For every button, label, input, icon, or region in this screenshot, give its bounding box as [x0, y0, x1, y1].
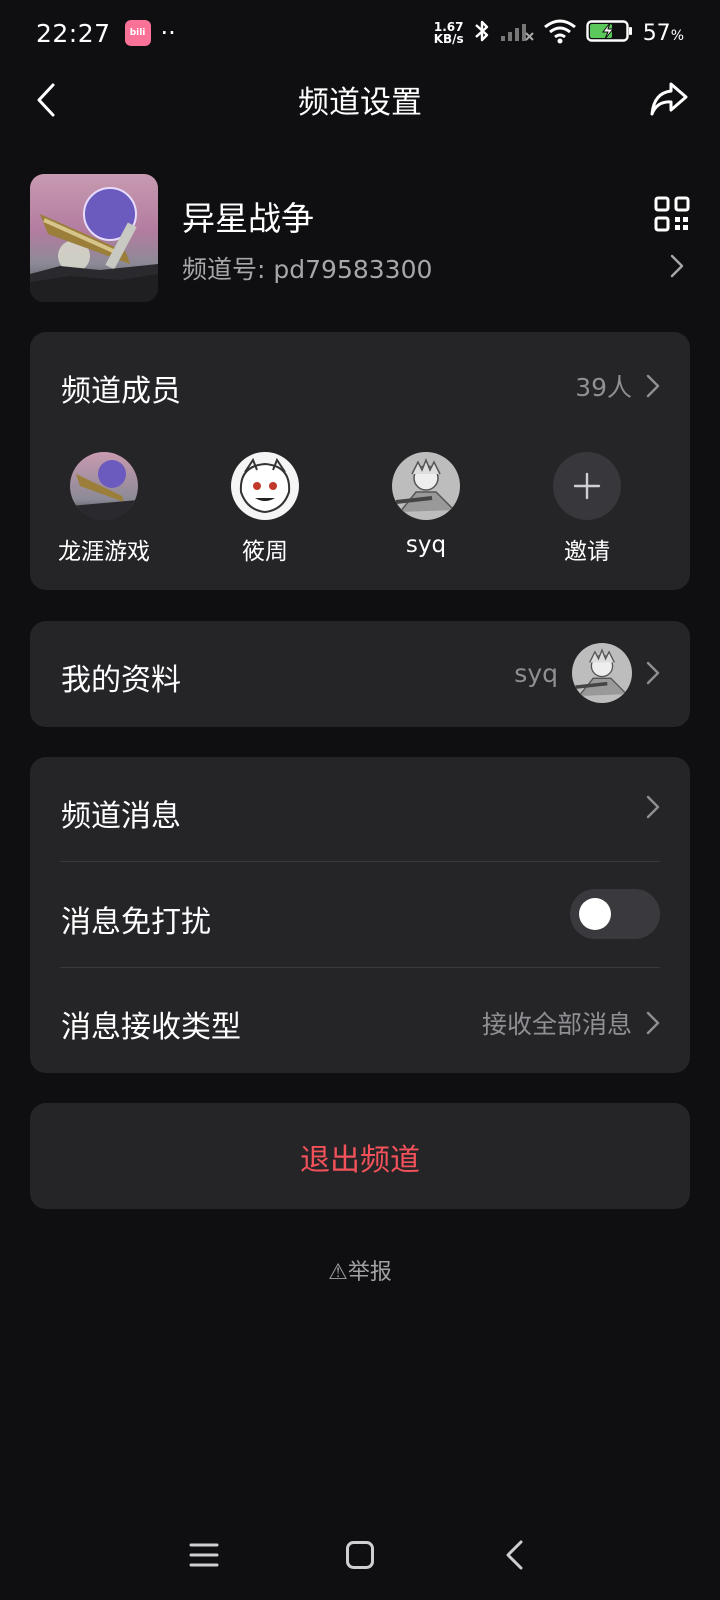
channel-message-chevron: [646, 795, 660, 819]
warning-icon: ⚠: [328, 1260, 348, 1285]
channel-id-value: pd79583300: [273, 255, 433, 284]
home-button[interactable]: [330, 1520, 390, 1590]
channel-cover-image: [30, 174, 158, 302]
bluetooth-icon: [473, 18, 491, 48]
exit-channel-button[interactable]: 退出频道: [30, 1103, 690, 1209]
header: 频道设置: [0, 66, 720, 132]
dnd-label: 消息免打扰: [61, 905, 211, 940]
battery-percent-symbol: %: [670, 27, 684, 44]
member-name: 龙涯游戏: [58, 539, 150, 565]
member-item[interactable]: syq: [356, 452, 496, 558]
invite-button[interactable]: 邀请: [517, 452, 657, 566]
avatar: [392, 452, 460, 520]
menu-icon: [189, 1543, 219, 1567]
status-indicators: 1.67 KB/s 57%: [434, 18, 684, 48]
system-nav-bar: [0, 1520, 720, 1590]
channel-info[interactable]: 异星战争 频道号: pd79583300: [30, 174, 690, 302]
member-item[interactable]: 筱周: [195, 452, 335, 566]
avatar: [553, 452, 621, 520]
share-button[interactable]: [646, 76, 692, 122]
chevron-right-icon: [646, 795, 660, 819]
avatar: [70, 452, 138, 520]
dnd-toggle[interactable]: [570, 889, 660, 939]
chevron-right-icon: [646, 374, 660, 398]
home-icon: [346, 1541, 374, 1569]
exit-channel-label: 退出频道: [300, 1143, 420, 1178]
receive-type-row[interactable]: 消息接收类型 接收全部消息: [30, 968, 690, 1073]
battery-charging-icon: [585, 19, 634, 47]
plus-icon: [573, 472, 601, 500]
chevron-right-icon: [646, 661, 660, 685]
message-settings-card: 频道消息 消息免打扰 消息接收类型 接收全部消息: [30, 757, 690, 1073]
receive-type-value: 接收全部消息: [481, 1010, 632, 1039]
qr-code-icon[interactable]: [654, 196, 690, 232]
profile-title: 我的资料: [61, 663, 181, 698]
avatar: [572, 643, 632, 703]
bilibili-app-icon: bili: [124, 20, 151, 46]
members-list: 龙涯游戏 筱周 syq 邀请: [30, 452, 690, 572]
back-button[interactable]: [26, 78, 66, 122]
page-title: 频道设置: [298, 84, 422, 121]
member-name: 筱周: [242, 539, 288, 565]
wifi-icon: [543, 18, 577, 48]
report-label: 举报: [347, 1260, 392, 1285]
members-count: 39人: [575, 373, 632, 402]
system-back-button[interactable]: [484, 1520, 544, 1590]
toggle-knob: [579, 898, 611, 930]
profile-nickname: syq: [514, 658, 558, 688]
channel-id-label: 频道号:: [182, 255, 266, 284]
network-speed-unit: KB/s: [433, 32, 464, 46]
channel-id: 频道号: pd79583300: [182, 250, 432, 286]
notification-dots: ··: [160, 19, 176, 47]
receive-type-value-group: 接收全部消息: [482, 1005, 660, 1041]
my-profile-row[interactable]: 我的资料 syq: [30, 621, 690, 727]
status-bar: 22:27 bili ·· 1.67 KB/s 57%: [0, 0, 720, 66]
members-count-link[interactable]: 39人: [575, 368, 660, 404]
invite-label: 邀请: [564, 539, 610, 565]
channel-message-label: 频道消息: [61, 799, 181, 834]
battery-percent: 57%: [643, 21, 684, 46]
menu-button[interactable]: [174, 1520, 234, 1590]
channel-name: 异星战争: [182, 199, 314, 238]
network-speed: 1.67 KB/s: [434, 21, 464, 45]
avatar: [231, 452, 299, 520]
chevron-right-icon: [646, 1011, 660, 1035]
channel-message-row[interactable]: 频道消息: [30, 757, 690, 861]
back-arrow-icon: [506, 1540, 523, 1570]
chevron-left-icon: [37, 83, 55, 117]
member-item[interactable]: 龙涯游戏: [34, 452, 174, 566]
signal-icon: [500, 19, 534, 47]
receive-type-label: 消息接收类型: [61, 1010, 241, 1045]
members-title: 频道成员: [61, 374, 181, 409]
battery-percent-value: 57: [642, 20, 671, 46]
member-name: syq: [405, 532, 447, 558]
chevron-right-icon: [670, 254, 684, 282]
status-time: 22:27: [36, 18, 111, 48]
divider: [60, 861, 660, 862]
share-icon: [650, 82, 688, 116]
report-link[interactable]: ⚠举报: [0, 1254, 720, 1286]
channel-members-card: 频道成员 39人 龙涯游戏 筱周 syq 邀请: [30, 332, 690, 590]
profile-summary: syq: [514, 643, 660, 703]
